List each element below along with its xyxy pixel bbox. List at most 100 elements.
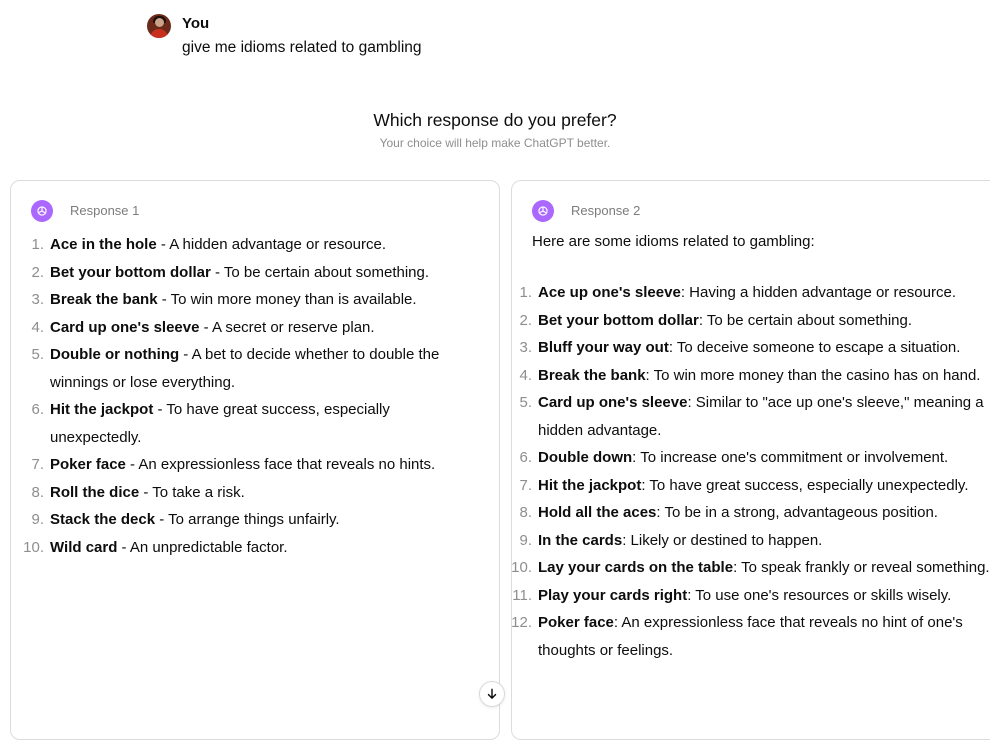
list-item: 8. Hold all the aces: To be in a strong, …	[519, 499, 990, 527]
list-item: 4. Break the bank: To win more money than…	[519, 362, 990, 390]
idiom-definition: : To be certain about something.	[698, 311, 913, 329]
list-item: 6. Hit the jackpot - To have great succes…	[31, 396, 480, 451]
idiom-term: Break the bank	[538, 366, 646, 384]
idiom-definition: : To speak frankly or reveal something.	[733, 559, 990, 576]
idiom-definition: : To win more money than the casino has …	[645, 366, 981, 384]
idiom-term: Card up one's sleeve	[538, 394, 688, 411]
list-item: 3. Break the bank - To win more money tha…	[31, 286, 480, 314]
idiom-term: Hit the jackpot	[50, 401, 154, 418]
list-item: 5. Card up one's sleeve: Similar to "ace …	[519, 389, 990, 444]
list-item: 9. Stack the deck - To arrange things unf…	[31, 506, 480, 534]
user-avatar	[147, 14, 171, 38]
list-item-number: 6.	[519, 449, 532, 466]
list-item-number: 3.	[519, 339, 532, 356]
response-2-intro: Here are some idioms related to gambling…	[532, 233, 815, 250]
list-item-number: 3.	[31, 291, 44, 308]
response-2-list: 1. Ace up one's sleeve: Having a hidden a…	[511, 279, 990, 664]
list-item: 6. Double down: To increase one's commitm…	[519, 444, 990, 472]
response-2-label: Response 2	[571, 203, 641, 218]
idiom-term: Lay your cards on the table	[538, 559, 734, 576]
idiom-definition: - To win more money than is available.	[157, 291, 417, 308]
list-item: 2. Bet your bottom dollar: To be certain …	[519, 307, 990, 335]
idiom-term: Bet your bottom dollar	[538, 311, 699, 329]
list-item-number: 2.	[31, 263, 44, 281]
idiom-term: Play your cards right	[538, 586, 688, 604]
idiom-definition: : Having a hidden advantage or resource.	[680, 284, 956, 301]
list-item: 9. In the cards: Likely or destined to ha…	[519, 527, 990, 555]
idiom-term: Stack the deck	[50, 511, 156, 528]
list-item: 4. Card up one's sleeve - A secret or res…	[31, 314, 480, 342]
user-prompt-text: give me idioms related to gambling	[182, 39, 422, 56]
idiom-definition: : To have great success, especially unex…	[641, 476, 969, 494]
idiom-term: Poker face	[538, 614, 614, 631]
list-item-number: 2.	[519, 311, 532, 329]
idiom-term: Break the bank	[50, 291, 158, 308]
idiom-term: Hit the jackpot	[538, 476, 642, 494]
list-item-number: 5.	[519, 394, 532, 411]
user-name: You	[182, 15, 210, 32]
list-item-number: 10.	[23, 538, 44, 556]
list-item-number: 12.	[511, 614, 532, 631]
list-item-number: 1.	[31, 236, 44, 253]
list-item-number: 7.	[31, 456, 44, 473]
idiom-definition: - A hidden advantage or resource.	[156, 236, 387, 253]
response-1-list: 1. Ace in the hole - A hidden advantage o…	[23, 231, 480, 562]
idiom-term: Ace in the hole	[50, 236, 157, 253]
openai-logo-icon	[532, 200, 554, 222]
openai-logo-icon	[31, 200, 53, 222]
idiom-term: Hold all the aces	[538, 504, 657, 521]
preference-subtitle: Your choice will help make ChatGPT bette…	[379, 136, 611, 150]
idiom-term: Double or nothing	[50, 346, 180, 363]
response-1-label: Response 1	[70, 203, 140, 218]
idiom-definition: - To arrange things unfairly.	[155, 511, 340, 528]
idiom-term: Card up one's sleeve	[50, 318, 200, 336]
list-item: 3. Bluff your way out: To deceive someone…	[519, 334, 990, 362]
idiom-definition: : To increase one's commitment or involv…	[632, 449, 949, 466]
list-item: 8. Roll the dice - To take a risk.	[31, 479, 480, 507]
list-item: 12. Poker face: An expressionless face th…	[511, 609, 990, 664]
list-item-number: 11.	[512, 586, 532, 604]
list-item-number: 8.	[519, 504, 532, 521]
list-item-number: 10.	[511, 559, 532, 576]
idiom-definition: - An unpredictable factor.	[117, 538, 288, 556]
list-item-number: 9.	[519, 531, 532, 549]
list-item-number: 9.	[31, 511, 44, 528]
response-2-card[interactable]: Response 2 Here are some idioms related …	[511, 180, 990, 740]
list-item-number: 8.	[31, 483, 44, 501]
idiom-definition: - To take a risk.	[139, 483, 245, 501]
preference-title: Which response do you prefer?	[373, 110, 617, 130]
idiom-term: Double down	[538, 449, 633, 466]
idiom-definition: - A secret or reserve plan.	[199, 318, 375, 336]
list-item: 10. Lay your cards on the table: To speak…	[511, 554, 990, 582]
idiom-term: Roll the dice	[50, 483, 140, 501]
idiom-term: In the cards	[538, 531, 623, 549]
list-item: 10. Wild card - An unpredictable factor.	[23, 534, 480, 562]
scroll-down-button[interactable]	[479, 681, 505, 707]
idiom-term: Poker face	[50, 456, 126, 473]
idiom-term: Ace up one's sleeve	[538, 284, 681, 301]
response-1-card[interactable]: Response 1 1. Ace in the hole - A hidden …	[10, 180, 500, 740]
list-item-number: 4.	[31, 318, 44, 336]
idiom-definition: : To deceive someone to escape a situati…	[668, 339, 961, 356]
arrow-down-icon	[487, 688, 497, 699]
idiom-term: Bluff your way out	[538, 339, 669, 356]
list-item: 5. Double or nothing - A bet to decide wh…	[31, 341, 480, 396]
idiom-definition: : To be in a strong, advantageous positi…	[656, 504, 938, 521]
list-item-number: 7.	[519, 476, 532, 494]
list-item-number: 4.	[519, 366, 532, 384]
idiom-definition: - To be certain about something.	[210, 263, 430, 281]
idiom-term: Wild card	[50, 538, 118, 556]
list-item-number: 5.	[31, 346, 44, 363]
list-item: 11. Play your cards right: To use one's r…	[512, 582, 990, 610]
list-item: 1. Ace up one's sleeve: Having a hidden a…	[519, 279, 990, 307]
idiom-term: Bet your bottom dollar	[50, 263, 211, 281]
list-item-number: 1.	[519, 284, 532, 301]
idiom-definition: : Likely or destined to happen.	[622, 531, 823, 549]
list-item-number: 6.	[31, 401, 44, 418]
list-item: 7. Poker face - An expressionless face th…	[31, 451, 480, 479]
list-item: 1. Ace in the hole - A hidden advantage o…	[31, 231, 480, 259]
list-item: 2. Bet your bottom dollar - To be certain…	[31, 259, 480, 287]
idiom-definition: : To use one's resources or skills wisel…	[687, 586, 952, 604]
list-item: 7. Hit the jackpot: To have great success…	[519, 472, 990, 500]
idiom-definition: - An expressionless face that reveals no…	[125, 456, 436, 473]
